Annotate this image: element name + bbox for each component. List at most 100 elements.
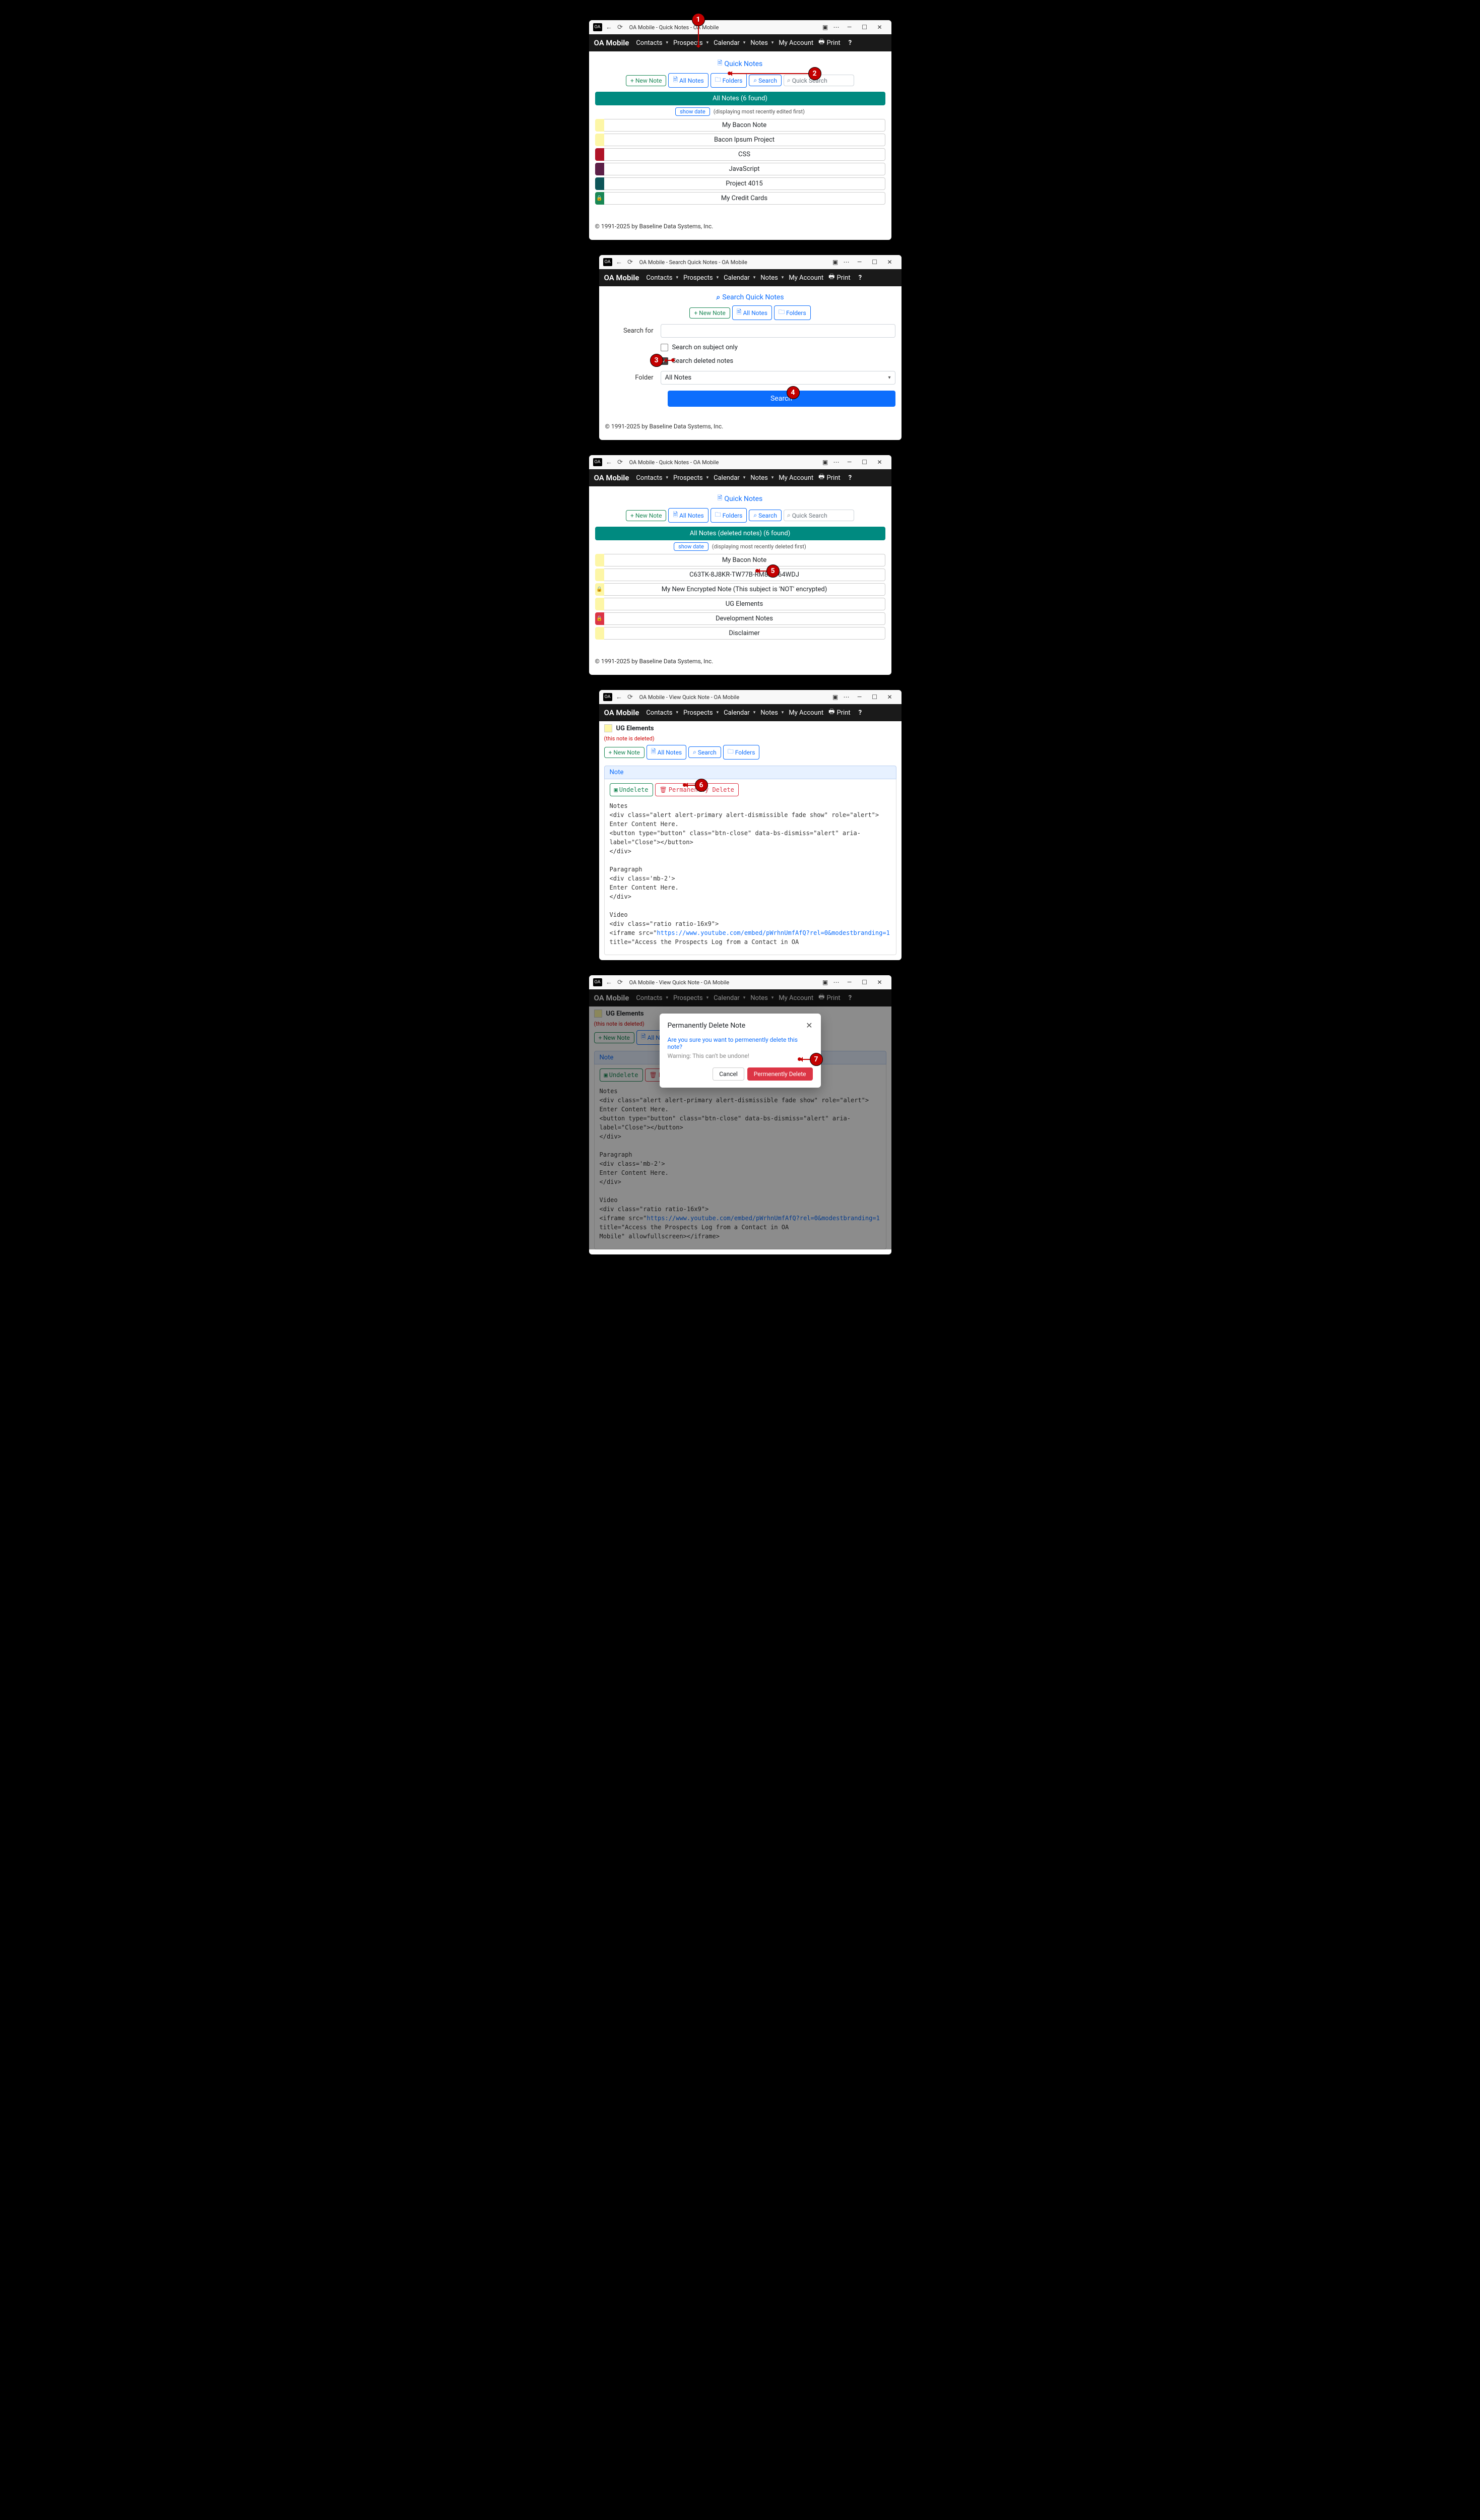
note-row-label[interactable]: JavaScript [604,163,885,175]
extension-icon[interactable]: ▣ [830,694,841,701]
minimize-button[interactable]: — [842,979,857,986]
nav-help[interactable]: ? [859,709,862,717]
note-row-label[interactable]: My New Encrypted Note (This subject is '… [604,583,885,596]
search-for-input[interactable] [661,324,895,338]
new-note-button[interactable]: + New Note [604,747,645,758]
nav-print[interactable]: 🖶 Print [818,472,840,483]
refresh-button[interactable]: ⟳ [616,459,624,466]
brand[interactable]: OA Mobile [604,708,639,717]
nav-calendar[interactable]: Calendar [724,274,755,282]
nav-help[interactable]: ? [859,274,862,282]
nav-my-account[interactable]: My Account [789,274,823,282]
folders-button[interactable]: 🗀 Folders [711,508,747,523]
more-icon[interactable]: ⋯ [831,979,842,986]
new-note-button[interactable]: + New Note [626,75,666,86]
note-row[interactable]: C63TK-8J8KR-TW77B-RM8DK-64WDJ [595,569,885,581]
nav-prospects[interactable]: Prospects [673,474,709,482]
note-row[interactable]: Project 4015 [595,177,885,190]
note-row[interactable]: My Bacon Note [595,119,885,132]
nav-help[interactable]: ? [849,474,852,482]
nav-help[interactable]: ? [849,39,852,47]
undelete-button[interactable]: ▣ Undelete [610,783,653,796]
minimize-button[interactable]: — [842,24,857,31]
note-row-label[interactable]: Bacon Ipsum Project [604,134,885,146]
note-row-label[interactable]: Project 4015 [604,177,885,190]
note-row[interactable]: UG Elements [595,598,885,610]
note-row-label[interactable]: C63TK-8J8KR-TW77B-RM8DK-64WDJ [604,569,885,581]
extension-icon[interactable]: ▣ [820,24,831,31]
nav-print[interactable]: 🖶 Print [828,707,850,718]
brand[interactable]: OA Mobile [594,38,629,47]
nav-calendar[interactable]: Calendar [714,39,745,47]
refresh-button[interactable]: ⟳ [616,24,624,31]
all-notes-button[interactable]: 🗎 All Notes [668,73,708,88]
all-notes-button[interactable]: 🗎 All Notes [647,745,686,760]
show-date-button[interactable]: show date [675,107,710,116]
nav-my-account[interactable]: My Account [789,709,823,717]
note-row-label[interactable]: Disclaimer [604,627,885,640]
nav-my-account[interactable]: My Account [779,39,813,47]
close-button[interactable]: ✕ [882,694,897,701]
modal-close-button[interactable]: ✕ [806,1021,812,1030]
modal-confirm-button[interactable]: Permenently Delete [747,1067,813,1081]
minimize-button[interactable]: — [842,459,857,466]
close-button[interactable]: ✕ [872,979,887,986]
refresh-button[interactable]: ⟳ [626,694,634,701]
folder-select[interactable]: All Notes [661,371,895,385]
minimize-button[interactable]: — [852,694,867,701]
show-date-button[interactable]: show date [674,542,709,551]
maximize-button[interactable]: ☐ [857,24,872,31]
note-row[interactable]: CSS [595,148,885,161]
refresh-button[interactable]: ⟳ [616,979,624,986]
nav-prospects[interactable]: Prospects [673,39,709,47]
close-button[interactable]: ✕ [872,459,887,466]
nav-print[interactable]: 🖶 Print [818,37,840,48]
quick-search-input[interactable]: ⌕ Quick Search [784,510,854,521]
nav-notes[interactable]: Notes [760,709,784,717]
brand[interactable]: OA Mobile [594,473,629,482]
back-button[interactable]: ← [615,693,623,701]
maximize-button[interactable]: ☐ [867,259,882,266]
note-row-label[interactable]: My Credit Cards [604,192,885,205]
back-button[interactable]: ← [605,23,613,31]
note-row-label[interactable]: My Bacon Note [604,554,885,566]
maximize-button[interactable]: ☐ [857,979,872,986]
folders-button[interactable]: 🗀 Folders [723,745,760,760]
nav-contacts[interactable]: Contacts [636,39,668,47]
nav-print[interactable]: 🖶 Print [828,272,850,283]
modal-cancel-button[interactable]: Cancel [713,1067,744,1081]
search-button[interactable]: ⌕ Search [749,75,782,86]
note-row[interactable]: Development Notes [595,612,885,625]
more-icon[interactable]: ⋯ [831,24,842,31]
more-icon[interactable]: ⋯ [831,459,842,466]
note-row-label[interactable]: My Bacon Note [604,119,885,132]
nav-notes[interactable]: Notes [760,274,784,282]
extension-icon[interactable]: ▣ [820,979,831,986]
more-icon[interactable]: ⋯ [841,694,852,701]
maximize-button[interactable]: ☐ [867,694,882,701]
new-note-button[interactable]: + New Note [689,307,730,319]
extension-icon[interactable]: ▣ [820,459,831,466]
extension-icon[interactable]: ▣ [830,259,841,266]
nav-prospects[interactable]: Prospects [683,709,719,717]
more-icon[interactable]: ⋯ [841,259,852,266]
all-notes-button[interactable]: 🗎 All Notes [668,508,708,523]
brand[interactable]: OA Mobile [604,273,639,282]
folders-button[interactable]: 🗀 Folders [774,305,811,320]
nav-my-account[interactable]: My Account [779,474,813,482]
nav-notes[interactable]: Notes [750,474,774,482]
nav-calendar[interactable]: Calendar [724,709,755,717]
nav-notes[interactable]: Notes [750,39,774,47]
nav-contacts[interactable]: Contacts [636,474,668,482]
new-note-button[interactable]: + New Note [626,510,666,521]
search-button[interactable]: ⌕ Search [688,746,721,758]
note-row-label[interactable]: UG Elements [604,598,885,610]
note-row[interactable]: Bacon Ipsum Project [595,134,885,146]
nav-calendar[interactable]: Calendar [714,474,745,482]
note-row[interactable]: My Credit Cards [595,192,885,205]
back-button[interactable]: ← [605,978,613,986]
note-row-label[interactable]: CSS [604,148,885,161]
note-row[interactable]: My Bacon Note [595,554,885,566]
nav-contacts[interactable]: Contacts [646,274,678,282]
embed-link[interactable]: https://www.youtube.com/embed/pWrhnUmfAf… [657,929,889,936]
